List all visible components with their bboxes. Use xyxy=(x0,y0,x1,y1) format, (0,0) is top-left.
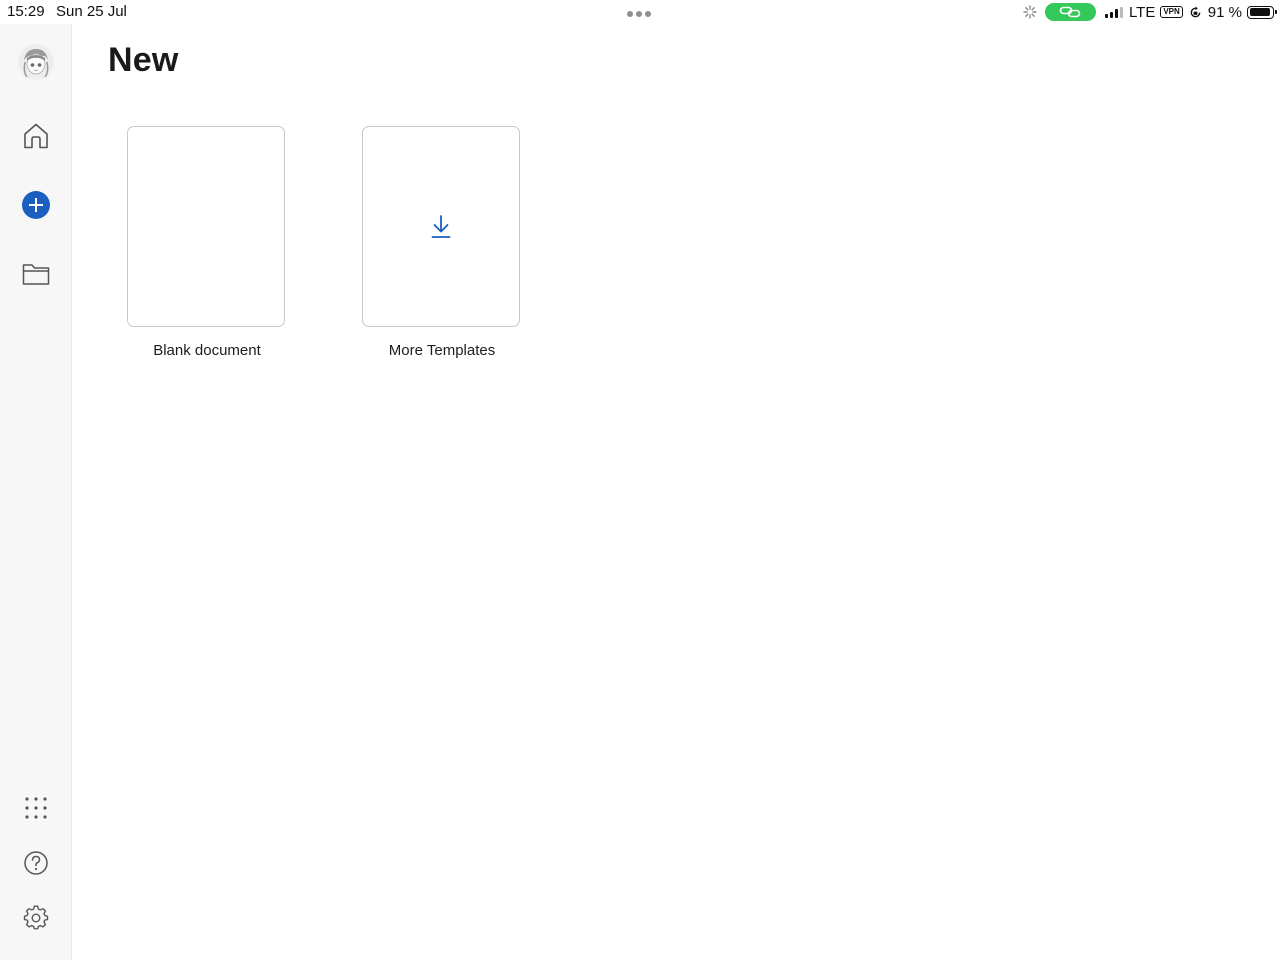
rotation-lock-icon xyxy=(1190,5,1201,17)
plus-circle-icon xyxy=(22,191,50,219)
battery-icon xyxy=(1247,5,1277,19)
home-icon xyxy=(24,123,48,149)
network-type: LTE xyxy=(1128,3,1156,21)
sidebar-item-new[interactable] xyxy=(16,185,56,225)
status-time: 15:29 xyxy=(7,3,45,20)
more-templates-tile[interactable] xyxy=(362,126,520,327)
sidebar-item-settings[interactable] xyxy=(16,898,56,938)
activity-spinner-icon xyxy=(1023,5,1037,19)
battery-percent: 91 % xyxy=(1207,3,1242,21)
avatar-icon xyxy=(18,44,54,80)
account-avatar[interactable] xyxy=(18,44,54,80)
apps-grid-icon xyxy=(25,797,47,819)
status-bar: 15:29 Sun 25 Jul LTE VPN 91 % xyxy=(0,0,1280,24)
page-title: New xyxy=(108,41,179,79)
multitasking-dots-icon[interactable] xyxy=(627,11,651,17)
sidebar-item-open[interactable] xyxy=(16,254,56,294)
blank-document-tile[interactable] xyxy=(127,126,285,327)
more-templates-label[interactable]: More Templates xyxy=(322,342,562,359)
folder-icon xyxy=(22,264,50,285)
sidebar-item-home[interactable] xyxy=(16,116,56,156)
status-indicators: LTE VPN 91 % xyxy=(1023,2,1277,22)
blank-document-label[interactable]: Blank document xyxy=(87,342,327,359)
sidebar-item-apps[interactable] xyxy=(16,788,56,828)
gear-icon xyxy=(23,905,49,930)
hotspot-link-pill[interactable] xyxy=(1044,3,1096,21)
cellular-signal-icon xyxy=(1104,6,1123,18)
download-icon xyxy=(431,214,451,238)
link-icon xyxy=(1060,6,1081,18)
sidebar xyxy=(0,24,72,960)
vpn-badge: VPN xyxy=(1160,6,1183,18)
sidebar-item-help[interactable] xyxy=(16,843,56,883)
help-icon xyxy=(24,851,48,875)
status-date: Sun 25 Jul xyxy=(56,3,127,20)
